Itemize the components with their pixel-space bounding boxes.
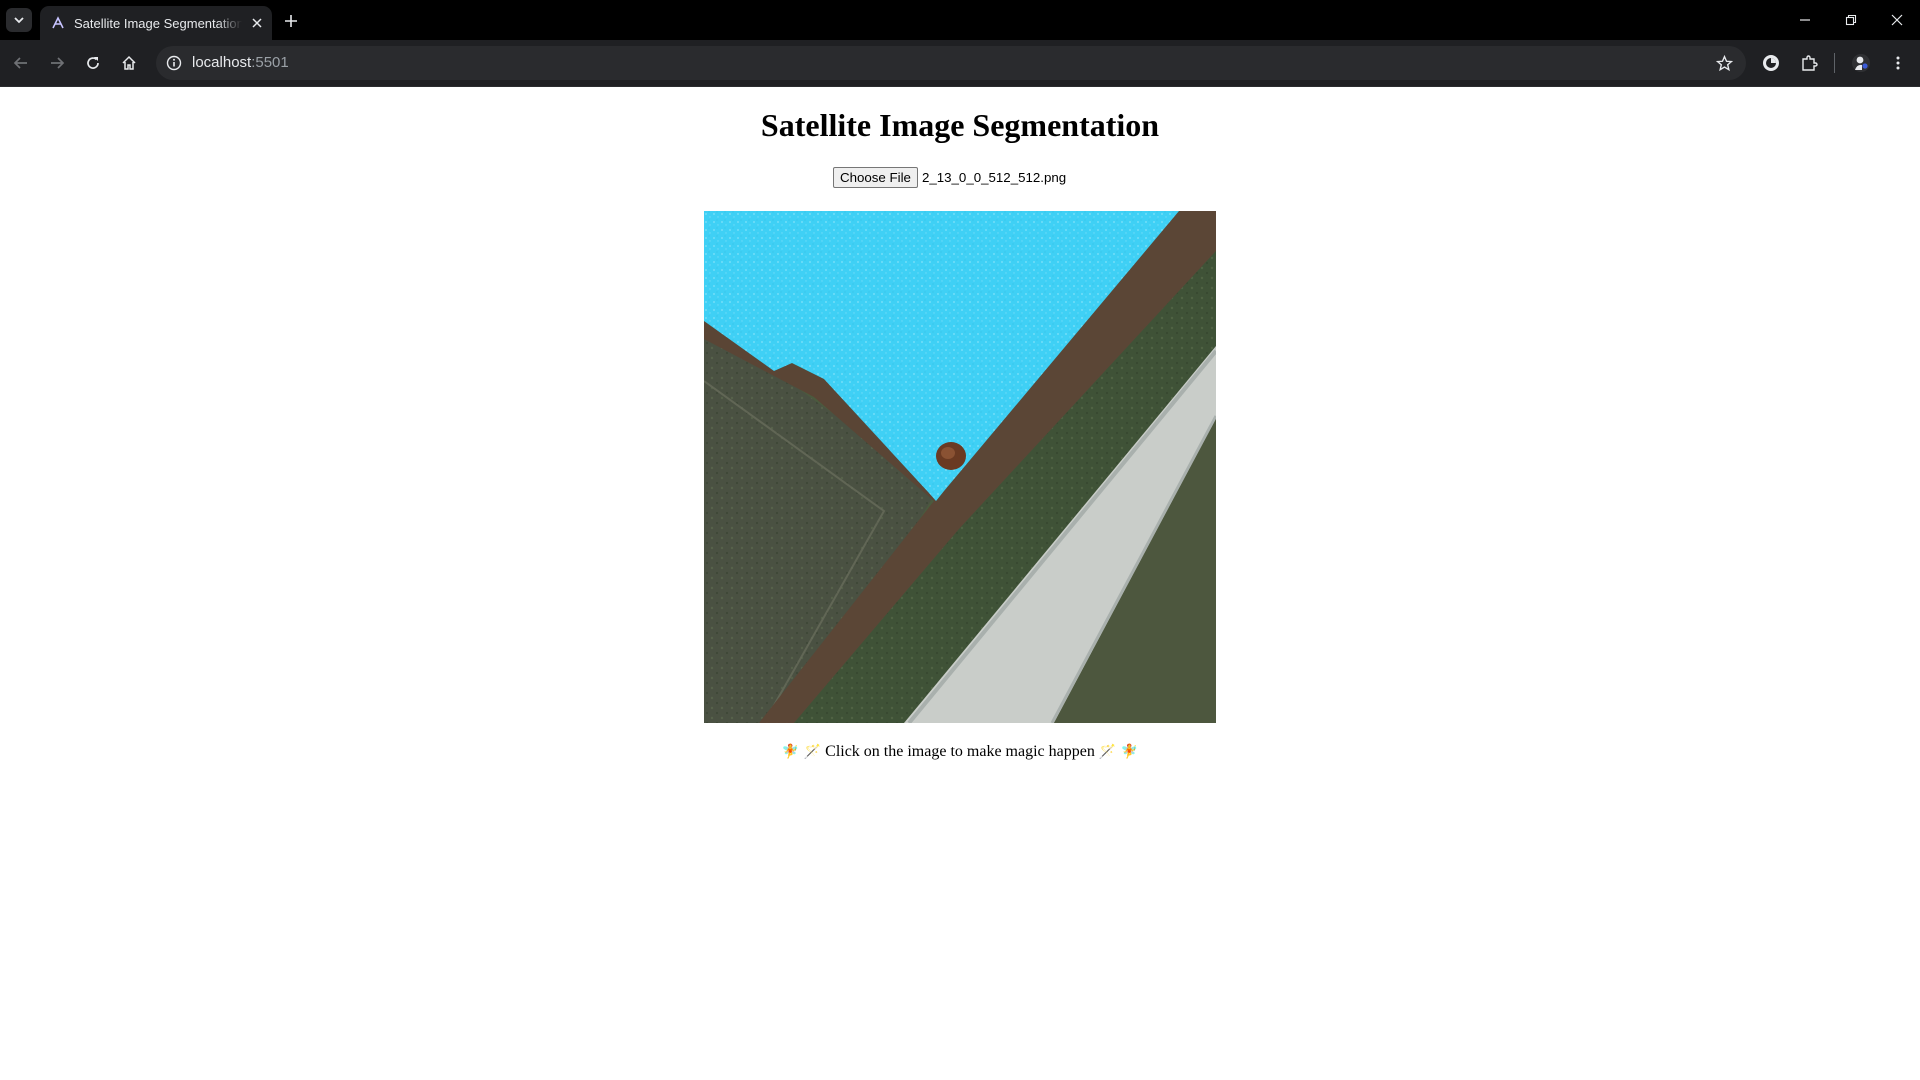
extensions-button[interactable]: [1796, 50, 1822, 76]
menu-button[interactable]: [1885, 50, 1911, 76]
home-button[interactable]: [116, 50, 142, 76]
close-icon[interactable]: [248, 14, 266, 32]
profile-button[interactable]: [1848, 50, 1874, 76]
tab-title: Satellite Image Segmentation: [74, 15, 242, 31]
url-host: localhost: [192, 54, 252, 71]
caption-left-emoji: 🧚 🪄: [781, 744, 822, 760]
plus-icon: [285, 15, 297, 27]
selected-file-name: 2_13_0_0_512_512.png: [921, 169, 1067, 185]
back-button[interactable]: [8, 50, 34, 76]
forward-button[interactable]: [44, 50, 70, 76]
extensions-icon: [1802, 55, 1818, 71]
profile-icon: [1852, 54, 1870, 72]
back-arrow-icon: [13, 57, 27, 69]
address-bar[interactable]: localhost:5501: [156, 46, 1746, 80]
caption-right-emoji: 🪄 🧚: [1098, 744, 1139, 760]
file-input[interactable]: Choose File 2_13_0_0_512_512.png: [833, 166, 1066, 188]
reload-icon: [87, 57, 99, 69]
new-tab-button[interactable]: [280, 10, 302, 32]
tab-list-icon: [14, 17, 24, 24]
page-content: Satellite Image Segmentation Choose File…: [0, 87, 1920, 1080]
browser-toolbar: localhost:5501: [0, 40, 1920, 87]
forward-arrow-icon: [51, 57, 65, 69]
satellite-image-canvas[interactable]: [704, 211, 1216, 723]
restore-button[interactable]: [1838, 8, 1864, 32]
home-icon: [122, 55, 136, 70]
menu-dots-icon: [1896, 56, 1900, 70]
tab-strip: Satellite Image Segmentation: [0, 0, 1920, 40]
toolbar-divider: [1834, 53, 1835, 73]
restore-icon: [1845, 14, 1857, 26]
instruction-caption: 🧚 🪄 Click on the image to make magic hap…: [0, 743, 1920, 761]
satellite-image[interactable]: [704, 211, 1216, 723]
page-title: Satellite Image Segmentation: [760, 107, 1160, 143]
caption-text: Click on the image to make magic happen: [825, 743, 1095, 760]
browser-tab[interactable]: Satellite Image Segmentation: [40, 6, 272, 40]
reload-button[interactable]: [80, 50, 106, 76]
close-window-button[interactable]: [1884, 8, 1910, 32]
choose-file-button[interactable]: Choose File: [833, 166, 918, 188]
tab-list-button[interactable]: [6, 8, 32, 32]
site-info-icon[interactable]: [164, 53, 184, 73]
favicon-icon: [50, 15, 66, 31]
bookmark-star-icon[interactable]: [1714, 53, 1734, 73]
minimize-icon: [1800, 19, 1810, 21]
close-window-icon: [1891, 14, 1903, 26]
url-text: localhost:5501: [192, 54, 289, 71]
url-port: :5501: [251, 54, 289, 71]
account-icon: [1763, 55, 1779, 71]
minimize-button[interactable]: [1792, 8, 1818, 32]
account-button[interactable]: [1758, 50, 1784, 76]
